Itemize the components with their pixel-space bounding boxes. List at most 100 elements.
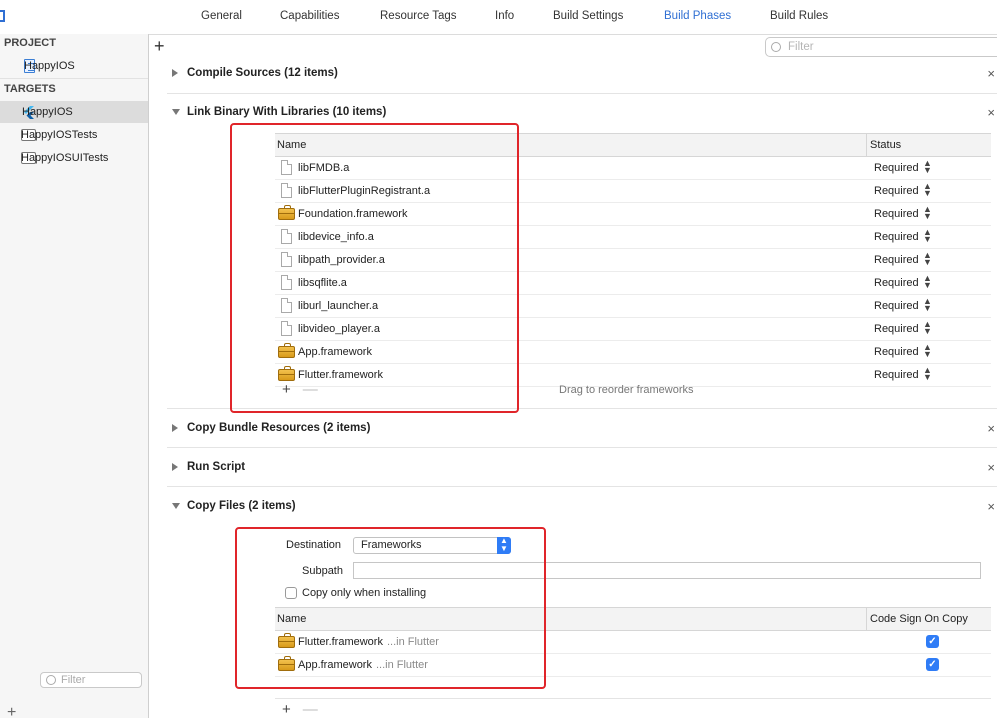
status-popup[interactable]: Required — [874, 323, 919, 335]
library-name: App.framework — [298, 346, 372, 358]
disclosure-triangle-icon[interactable] — [172, 424, 178, 432]
tab-general[interactable]: General — [201, 10, 242, 22]
disclosure-triangle-icon[interactable] — [172, 69, 178, 77]
tab-info[interactable]: Info — [495, 10, 514, 22]
table-bottom-divider — [275, 698, 991, 699]
sidebar-divider — [0, 78, 148, 79]
table-row[interactable]: Flutter.framework ...in Flutter ✓ — [275, 631, 991, 654]
tab-resource-tags[interactable]: Resource Tags — [380, 10, 457, 22]
delete-phase-icon[interactable]: × — [987, 105, 995, 120]
library-name: libvideo_player.a — [298, 323, 380, 335]
copy-files-table: Name Code Sign On Copy Flutter.framework… — [275, 607, 991, 677]
up-down-chevron-icon[interactable]: ▲ ▼ — [923, 366, 932, 382]
status-popup[interactable]: Required — [874, 162, 919, 174]
phase-run-script[interactable]: Run Script × — [167, 457, 997, 477]
remove-library-button[interactable]: — — [303, 381, 318, 398]
toolbox-icon — [278, 633, 295, 648]
tab-capabilities[interactable]: Capabilities — [280, 10, 339, 22]
delete-phase-icon[interactable]: × — [987, 499, 995, 514]
status-popup[interactable]: Required — [874, 277, 919, 289]
status-popup[interactable]: Required — [874, 254, 919, 266]
up-down-chevron-icon[interactable]: ▲ ▼ — [923, 228, 932, 244]
build-phases-filter-input[interactable]: Filter — [765, 37, 997, 57]
column-header-code-sign[interactable]: Code Sign On Copy — [870, 613, 968, 625]
framework-name: App.framework ...in Flutter — [298, 659, 428, 671]
table-row[interactable]: Foundation.framework Required ▲ ▼ — [275, 203, 991, 226]
status-popup[interactable]: Required — [874, 300, 919, 312]
column-header-name[interactable]: Name — [277, 613, 306, 625]
phase-copy-bundle-resources[interactable]: Copy Bundle Resources (2 items) × — [167, 418, 997, 438]
sidebar-item-target-happyiostests[interactable]: HappyIOSTests — [0, 124, 148, 146]
toolbox-icon — [278, 656, 295, 671]
sidebar-item-label: HappyIOS — [22, 106, 73, 118]
delete-phase-icon[interactable]: × — [987, 421, 995, 436]
file-icon — [281, 229, 292, 244]
table-row[interactable]: libpath_provider.a Required ▲ ▼ — [275, 249, 991, 272]
status-popup[interactable]: Required — [874, 231, 919, 243]
phase-divider — [167, 408, 997, 409]
table-row[interactable]: liburl_launcher.a Required ▲ ▼ — [275, 295, 991, 318]
status-popup[interactable]: Required — [874, 369, 919, 381]
code-sign-checkbox[interactable]: ✓ — [926, 658, 939, 671]
up-down-chevron-icon[interactable]: ▲ ▼ — [923, 274, 932, 290]
window-corner-indicator — [0, 10, 5, 22]
up-down-chevron-icon[interactable]: ▲ ▼ — [923, 159, 932, 175]
table-header: Name Status — [275, 133, 991, 157]
table-row[interactable]: libFMDB.a Required ▲ ▼ — [275, 157, 991, 180]
link-libraries-table: Name Status libFMDB.a Required ▲ ▼ libFlutt… — [275, 133, 991, 387]
remove-file-button[interactable]: — — [303, 701, 318, 718]
phase-link-binary-with-libraries[interactable]: Link Binary With Libraries (10 items) × — [167, 102, 997, 122]
sidebar-item-target-happyiosuitests[interactable]: HappyIOSUITests — [0, 147, 148, 169]
destination-popup[interactable]: Frameworks ▲ ▼ — [353, 537, 511, 554]
build-phases-editor: + Filter Compile Sources (12 items) × Li… — [149, 35, 997, 718]
sidebar-filter-input[interactable]: Filter — [40, 672, 142, 688]
table-row[interactable]: libsqflite.a Required ▲ ▼ — [275, 272, 991, 295]
tab-build-rules[interactable]: Build Rules — [770, 10, 828, 22]
disclosure-triangle-icon[interactable] — [172, 109, 180, 115]
table-row[interactable]: App.framework Required ▲ ▼ — [275, 341, 991, 364]
disclosure-triangle-icon[interactable] — [172, 463, 178, 471]
subpath-field[interactable] — [353, 562, 981, 579]
status-popup[interactable]: Required — [874, 346, 919, 358]
add-build-phase-button[interactable]: + — [154, 37, 165, 55]
library-name: libpath_provider.a — [298, 254, 385, 266]
sidebar-item-label: HappyIOSUITests — [21, 152, 109, 164]
copy-only-when-installing-checkbox[interactable] — [285, 587, 297, 599]
toolbox-icon — [278, 366, 295, 381]
drag-reorder-hint: Drag to reorder frameworks — [559, 384, 694, 396]
status-popup[interactable]: Required — [874, 185, 919, 197]
copy-files-add-remove-controls: + — — [282, 701, 318, 718]
tab-build-settings[interactable]: Build Settings — [553, 10, 623, 22]
up-down-chevron-icon[interactable]: ▲ ▼ — [923, 343, 932, 359]
code-sign-checkbox[interactable]: ✓ — [926, 635, 939, 648]
up-down-chevron-icon[interactable]: ▲ ▼ — [923, 182, 932, 198]
phase-divider — [167, 486, 997, 487]
up-down-chevron-icon[interactable]: ▲ ▼ — [923, 205, 932, 221]
phase-title: Run Script — [187, 461, 246, 473]
status-popup[interactable]: Required — [874, 208, 919, 220]
sidebar-item-project-happyios[interactable]: HappyIOS — [0, 55, 148, 77]
column-header-status[interactable]: Status — [870, 139, 901, 151]
table-row[interactable]: App.framework ...in Flutter ✓ — [275, 654, 991, 677]
table-header: Name Code Sign On Copy — [275, 607, 991, 631]
disclosure-triangle-icon[interactable] — [172, 503, 180, 509]
up-down-chevron-icon[interactable]: ▲ ▼ — [923, 297, 932, 313]
column-header-name[interactable]: Name — [277, 139, 306, 151]
up-down-chevron-icon[interactable]: ▲ ▼ — [923, 320, 932, 336]
delete-phase-icon[interactable]: × — [987, 66, 995, 81]
sidebar-item-target-happyios[interactable]: HappyIOS — [0, 101, 148, 123]
delete-phase-icon[interactable]: × — [987, 460, 995, 475]
table-row[interactable]: libvideo_player.a Required ▲ ▼ — [275, 318, 991, 341]
file-icon — [281, 275, 292, 290]
up-down-chevron-icon[interactable]: ▲ ▼ — [923, 251, 932, 267]
file-icon — [281, 160, 292, 175]
table-row[interactable]: libdevice_info.a Required ▲ ▼ — [275, 226, 991, 249]
phase-compile-sources[interactable]: Compile Sources (12 items) × — [167, 63, 997, 93]
library-add-remove-controls: + — — [282, 381, 318, 398]
add-file-button[interactable]: + — [282, 701, 291, 718]
tab-build-phases[interactable]: Build Phases — [664, 10, 731, 22]
add-target-button[interactable]: + — [7, 704, 16, 722]
phase-copy-files[interactable]: Copy Files (2 items) × — [167, 496, 997, 516]
table-row[interactable]: libFlutterPluginRegistrant.a Required ▲ ▼ — [275, 180, 991, 203]
add-library-button[interactable]: + — [282, 381, 291, 398]
